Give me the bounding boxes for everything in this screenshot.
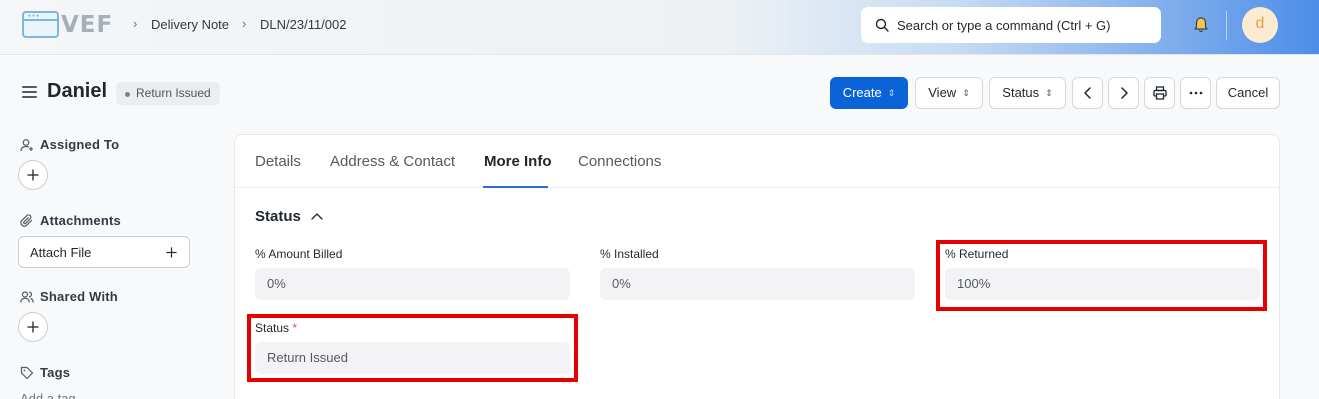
- breadcrumb-document[interactable]: DLN/23/11/002: [260, 17, 347, 32]
- print-button[interactable]: [1144, 77, 1175, 109]
- cancel-button-label: Cancel: [1227, 85, 1269, 100]
- previous-doc-button[interactable]: [1072, 77, 1103, 109]
- status-dot-icon: [125, 92, 130, 97]
- create-button-label: Create: [842, 85, 882, 100]
- more-icon: [1189, 91, 1202, 95]
- status-button[interactable]: Status ⇕: [989, 77, 1066, 109]
- chevron-left-icon: [1083, 87, 1091, 99]
- breadcrumb-chevron-icon: ›: [133, 16, 138, 31]
- navbar-divider: [1226, 11, 1227, 40]
- chevron-up-icon: [311, 213, 323, 220]
- printer-icon: [1152, 86, 1167, 100]
- status-badge-label: Return Issued: [136, 86, 211, 100]
- attachments-label: Attachments: [40, 213, 121, 228]
- tab-connections[interactable]: Connections: [578, 153, 661, 170]
- more-actions-button[interactable]: [1180, 77, 1211, 109]
- user-plus-icon: [20, 139, 33, 152]
- add-share-button[interactable]: [18, 312, 48, 342]
- tab-more-info[interactable]: More Info: [484, 153, 552, 170]
- logo-window-icon: ●●●: [22, 11, 59, 38]
- section-status-title: Status: [255, 208, 301, 225]
- add-assignee-button[interactable]: [18, 160, 48, 190]
- tab-address-contact[interactable]: Address & Contact: [330, 153, 455, 170]
- highlight-returned: [936, 240, 1267, 311]
- highlight-status: [247, 314, 578, 382]
- breadcrumb-delivery-note[interactable]: Delivery Note: [151, 17, 229, 32]
- chevron-updown-icon: ⇕: [887, 88, 896, 98]
- view-button-label: View: [928, 85, 957, 100]
- plus-icon: [27, 321, 39, 333]
- page-title: Daniel: [47, 80, 108, 102]
- navbar: ●●● VEF › Delivery Note › DLN/23/11/002 …: [0, 0, 1319, 55]
- plus-icon: [27, 169, 39, 181]
- installed-field: 0%: [600, 268, 915, 300]
- next-doc-button[interactable]: [1108, 77, 1139, 109]
- paperclip-icon: [20, 214, 33, 227]
- shared-with-label: Shared With: [40, 289, 118, 304]
- plus-icon: [166, 247, 177, 258]
- chevron-right-icon: [1120, 87, 1128, 99]
- assigned-to-label: Assigned To: [40, 137, 120, 152]
- create-button[interactable]: Create ⇕: [830, 77, 908, 109]
- section-status-header[interactable]: Status: [255, 208, 323, 225]
- search-placeholder: Search or type a command (Ctrl + G): [897, 18, 1111, 33]
- add-tag-link[interactable]: Add a tag: [20, 391, 76, 399]
- search-icon: [875, 18, 889, 32]
- amount-billed-label: % Amount Billed: [255, 247, 343, 261]
- user-avatar[interactable]: d: [1242, 7, 1278, 43]
- attach-file-button[interactable]: Attach File: [18, 236, 190, 268]
- tab-details[interactable]: Details: [255, 153, 301, 170]
- users-icon: [20, 291, 34, 303]
- installed-label: % Installed: [600, 247, 659, 261]
- breadcrumb-chevron-icon: ›: [242, 16, 247, 31]
- view-button[interactable]: View ⇕: [915, 77, 983, 109]
- cancel-button[interactable]: Cancel: [1216, 77, 1280, 109]
- tag-icon: [20, 366, 34, 380]
- active-tab-indicator: [483, 186, 548, 188]
- logo-text: VEF: [61, 12, 114, 38]
- tags-label: Tags: [40, 365, 71, 380]
- form-tabs: Details Address & Contact More Info Conn…: [235, 135, 1279, 188]
- chevron-updown-icon: ⇕: [1045, 88, 1053, 98]
- app-logo[interactable]: ●●● VEF: [22, 11, 120, 39]
- menu-icon[interactable]: [22, 86, 37, 99]
- chevron-updown-icon: ⇕: [962, 88, 970, 98]
- status-button-label: Status: [1002, 85, 1040, 100]
- amount-billed-field: 0%: [255, 268, 570, 300]
- notification-bell-icon[interactable]: [1192, 16, 1210, 34]
- search-bar[interactable]: Search or type a command (Ctrl + G): [861, 7, 1161, 43]
- status-badge: Return Issued: [116, 82, 220, 105]
- attach-file-label: Attach File: [30, 245, 92, 260]
